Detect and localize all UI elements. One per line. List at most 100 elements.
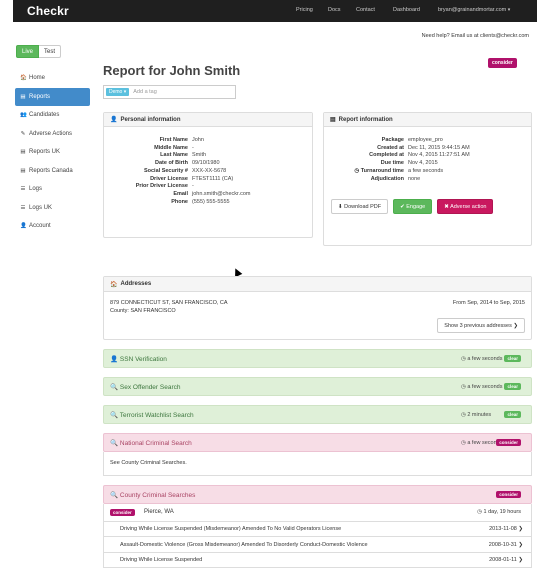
field-turnaround: ◷ Turnaround time a few seconds	[330, 168, 530, 176]
user-email: bryan@grainandmortar.com	[438, 7, 507, 13]
field-adjudication: Adjudication none	[330, 176, 530, 184]
field-value: -	[192, 144, 194, 151]
sidebar-item-label: Candidates	[29, 112, 60, 118]
user-menu[interactable]: bryan@grainandmortar.com ▾	[438, 7, 510, 13]
test-mode-button[interactable]: Test	[39, 45, 62, 58]
personal-info-fields: First Name John Middle Name - Last Name Smi…	[110, 137, 310, 206]
engage-button[interactable]: ✔ Engage	[393, 199, 433, 214]
download-pdf-button[interactable]: ⬇ Download PDF	[331, 199, 389, 214]
sidebar-item-label: Home	[29, 75, 46, 81]
tag-input[interactable]: Demo ▾ Add a tag	[103, 85, 236, 99]
live-mode-button[interactable]: Live	[16, 45, 40, 58]
ssn-verification-section[interactable]: 👤 SSN Verification ◷ a few seconds clear	[103, 349, 532, 368]
mode-toggle: Live Test	[16, 45, 62, 58]
list-icon: ☰	[20, 204, 26, 211]
status-badge: consider	[496, 439, 521, 446]
home-icon: 🏠	[20, 75, 27, 81]
field-value: Nov 4, 2015 11:27:51 AM	[408, 152, 470, 159]
user-icon: 👤	[20, 223, 27, 229]
field-phone: Phone (555) 555-5555	[110, 199, 310, 207]
section-title: 🔍 Terrorist Watchlist Search	[110, 411, 194, 419]
sidebar-item-reports[interactable]: ▤ Reports	[15, 87, 90, 106]
sidebar-item-label: Logs	[29, 186, 43, 192]
record-description: Driving While License Suspended (Misdeme…	[120, 526, 342, 532]
sidebar-item-logs-uk[interactable]: ☰ Logs UK	[15, 199, 90, 218]
field-completed-at: Completed at Nov 4, 2015 11:27:51 AM	[330, 152, 530, 160]
home-icon: 🏠	[110, 281, 118, 288]
nav-link-docs[interactable]: Docs	[328, 7, 341, 13]
field-value: -	[192, 183, 194, 190]
sidebar-item-label: Reports Canada	[29, 167, 73, 174]
top-navbar: Checkr Pricing Docs Contact Dashboard br…	[13, 0, 537, 22]
search-icon: 🔍	[110, 411, 119, 419]
sidebar-item-home[interactable]: 🏠 Home	[15, 69, 90, 88]
field-ssn: Social Security # XXX-XX-5678	[110, 168, 310, 176]
sidebar-item-adverse-actions[interactable]: ✎ Adverse Actions	[15, 125, 90, 144]
field-package: Package employee_pro	[330, 137, 530, 145]
sidebar-item-label: Reports	[29, 93, 51, 100]
sidebar-item-label: Logs UK	[29, 204, 53, 211]
field-label: Phone	[171, 198, 188, 205]
page-title: Report for John Smith	[103, 63, 241, 78]
field-label: ◷ Turnaround time	[354, 167, 404, 174]
field-label: Due time	[380, 160, 404, 167]
section-label: Terrorist Watchlist Search	[119, 411, 194, 419]
section-title: 🔍 Sex Offender Search	[110, 383, 181, 391]
checkr-logo[interactable]: Checkr	[27, 4, 69, 18]
field-label: First Name	[159, 137, 188, 143]
section-label: County Criminal Searches	[119, 491, 196, 499]
personal-info-header: 👤 Personal information	[104, 113, 312, 127]
status-badge: clear	[504, 383, 521, 390]
record-row[interactable]: Driving While License Suspended (Misdeme…	[103, 522, 532, 537]
sidebar: 🏠 Home ▤ Reports 👥 Candidates ✎ Adverse …	[15, 69, 90, 236]
record-description: Driving While License Suspended	[120, 557, 203, 563]
field-value: Nov 4, 2015	[408, 160, 438, 167]
record-row[interactable]: Assault-Domestic Violence (Gross Misdeme…	[103, 537, 532, 553]
sidebar-item-candidates[interactable]: 👥 Candidates	[15, 106, 90, 125]
document-icon: ▤	[20, 167, 26, 174]
nav-link-pricing[interactable]: Pricing	[296, 7, 313, 13]
section-label: National Criminal Search	[119, 439, 192, 447]
sidebar-item-account[interactable]: 👤 Account	[15, 217, 90, 236]
sex-offender-section[interactable]: 🔍 Sex Offender Search ◷ a few seconds cl…	[103, 377, 532, 396]
field-label: Email	[173, 190, 188, 197]
report-info-panel: ▤ Report information Package employee_pro…	[323, 112, 532, 246]
county-criminal-section[interactable]: 🔍 County Criminal Searches consider	[103, 485, 532, 504]
document-icon: ▤	[20, 93, 26, 100]
record-date: 2008-01-11 ❯	[489, 557, 523, 563]
address-date-range: From Sep, 2014 to Sep, 2015	[452, 300, 525, 306]
sidebar-item-logs[interactable]: ☰ Logs	[15, 180, 90, 199]
status-badge: clear	[504, 411, 521, 418]
field-created-at: Created at Dec 11, 2015 9:44:15 AM	[330, 145, 530, 153]
county-location-row[interactable]: consider Pierce, WA ◷ 1 day, 19 hours	[103, 504, 532, 522]
sidebar-item-reports-uk[interactable]: ▤ Reports UK	[15, 143, 90, 162]
section-title: 🔍 National Criminal Search	[110, 439, 192, 447]
nav-link-dashboard[interactable]: Dashboard	[393, 7, 420, 13]
field-label: Created at	[377, 144, 404, 151]
field-value: FTEST1111 (CA)	[192, 175, 234, 182]
nav-link-contact[interactable]: Contact	[356, 7, 375, 13]
user-icon: 👤	[110, 355, 119, 363]
sidebar-item-label: Reports UK	[29, 149, 61, 155]
field-email: Email john.smith@checkr.com	[110, 191, 310, 199]
field-value: John	[192, 137, 204, 143]
status-badge: clear	[504, 355, 521, 362]
field-value: XXX-XX-5678	[192, 167, 227, 174]
field-driver-license: Driver License FTEST1111 (CA)	[110, 176, 310, 184]
tag-demo[interactable]: Demo ▾	[106, 88, 130, 96]
sidebar-item-reports-canada[interactable]: ▤ Reports Canada	[15, 162, 90, 181]
terrorist-watchlist-section[interactable]: 🔍 Terrorist Watchlist Search ◷ 2 minutes…	[103, 405, 532, 424]
field-label: Prior Driver License	[135, 183, 188, 190]
sidebar-item-label: Adverse Actions	[29, 130, 73, 137]
adverse-action-button[interactable]: ✖ Adverse action	[437, 199, 494, 214]
show-previous-addresses-button[interactable]: Show 3 previous addresses ❯	[437, 318, 525, 333]
field-value: (555) 555-5555	[192, 198, 230, 205]
field-value: none	[408, 175, 421, 182]
field-first-name: First Name John	[110, 137, 310, 145]
report-status-badge: consider	[488, 58, 517, 68]
field-label: Date of Birth	[155, 160, 188, 167]
national-criminal-note: See County Criminal Searches.	[103, 452, 532, 476]
national-criminal-section[interactable]: 🔍 National Criminal Search ◷ a few secon…	[103, 433, 532, 452]
record-row[interactable]: Driving While License Suspended 2008-01-…	[103, 553, 532, 568]
field-middle-name: Middle Name -	[110, 145, 310, 153]
